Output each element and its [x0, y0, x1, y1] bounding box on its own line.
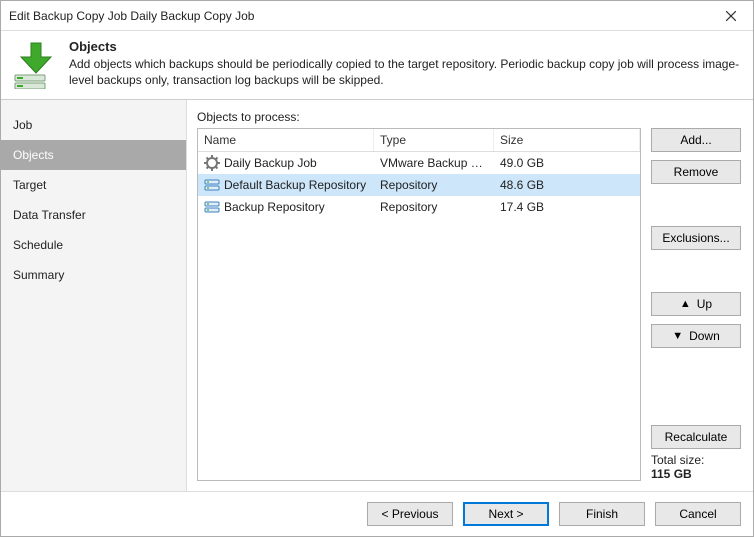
sidebar-item-schedule[interactable]: Schedule — [1, 230, 186, 260]
total-size-label: Total size: — [651, 453, 741, 467]
table-row[interactable]: Backup Repository Repository 17.4 GB — [198, 196, 640, 218]
row-type: Repository — [374, 174, 494, 196]
repository-icon — [204, 177, 220, 193]
objects-step-icon — [11, 39, 61, 89]
sidebar-item-target[interactable]: Target — [1, 170, 186, 200]
move-up-label: Up — [697, 297, 712, 311]
row-size: 17.4 GB — [494, 196, 640, 218]
next-button[interactable]: Next > — [463, 502, 549, 526]
column-header-name[interactable]: Name — [198, 129, 374, 151]
move-down-button[interactable]: ▼ Down — [651, 324, 741, 348]
row-size: 49.0 GB — [494, 152, 640, 174]
arrow-down-icon: ▼ — [672, 331, 683, 342]
column-header-size[interactable]: Size — [494, 129, 640, 151]
cancel-button[interactable]: Cancel — [655, 502, 741, 526]
row-name: Default Backup Repository — [224, 178, 366, 192]
add-button[interactable]: Add... — [651, 128, 741, 152]
wizard-footer: < Previous Next > Finish Cancel — [1, 491, 753, 536]
arrow-up-icon: ▲ — [680, 299, 691, 310]
header-heading: Objects — [69, 39, 743, 54]
window-title: Edit Backup Copy Job Daily Backup Copy J… — [9, 9, 709, 23]
sidebar-item-job[interactable]: Job — [1, 110, 186, 140]
total-size-value: 115 GB — [651, 467, 741, 481]
move-down-label: Down — [689, 329, 720, 343]
objects-list-header: Name Type Size — [198, 129, 640, 152]
gear-icon — [204, 155, 220, 171]
title-bar: Edit Backup Copy Job Daily Backup Copy J… — [1, 1, 753, 31]
finish-button[interactable]: Finish — [559, 502, 645, 526]
table-row[interactable]: Default Backup Repository Repository 48.… — [198, 174, 640, 196]
row-name: Daily Backup Job — [224, 156, 317, 170]
objects-list-body: Daily Backup Job VMware Backup Job 49.0 … — [198, 152, 640, 480]
column-header-type[interactable]: Type — [374, 129, 494, 151]
row-type: VMware Backup Job — [374, 152, 494, 174]
side-button-column: Add... Remove Exclusions... ▲ Up ▼ Down … — [651, 128, 741, 481]
row-size: 48.6 GB — [494, 174, 640, 196]
wizard-steps-sidebar: Job Objects Target Data Transfer Schedul… — [1, 100, 187, 491]
header-description: Add objects which backups should be peri… — [69, 56, 743, 88]
exclusions-button[interactable]: Exclusions... — [651, 226, 741, 250]
wizard-header: Objects Add objects which backups should… — [1, 31, 753, 100]
row-name: Backup Repository — [224, 200, 325, 214]
total-size-block: Total size: 115 GB — [651, 453, 741, 481]
remove-button[interactable]: Remove — [651, 160, 741, 184]
sidebar-item-objects[interactable]: Objects — [1, 140, 186, 170]
previous-button[interactable]: < Previous — [367, 502, 453, 526]
window-close-button[interactable] — [709, 1, 753, 31]
row-type: Repository — [374, 196, 494, 218]
close-icon — [726, 11, 736, 21]
table-row[interactable]: Daily Backup Job VMware Backup Job 49.0 … — [198, 152, 640, 174]
objects-label: Objects to process: — [197, 110, 741, 124]
objects-list[interactable]: Name Type Size Daily Backup Job VM — [197, 128, 641, 481]
sidebar-item-summary[interactable]: Summary — [1, 260, 186, 290]
wizard-body: Job Objects Target Data Transfer Schedul… — [1, 100, 753, 491]
sidebar-item-data-transfer[interactable]: Data Transfer — [1, 200, 186, 230]
move-up-button[interactable]: ▲ Up — [651, 292, 741, 316]
main-panel: Objects to process: Name Type Size — [187, 100, 753, 491]
recalculate-button[interactable]: Recalculate — [651, 425, 741, 449]
repository-icon — [204, 199, 220, 215]
